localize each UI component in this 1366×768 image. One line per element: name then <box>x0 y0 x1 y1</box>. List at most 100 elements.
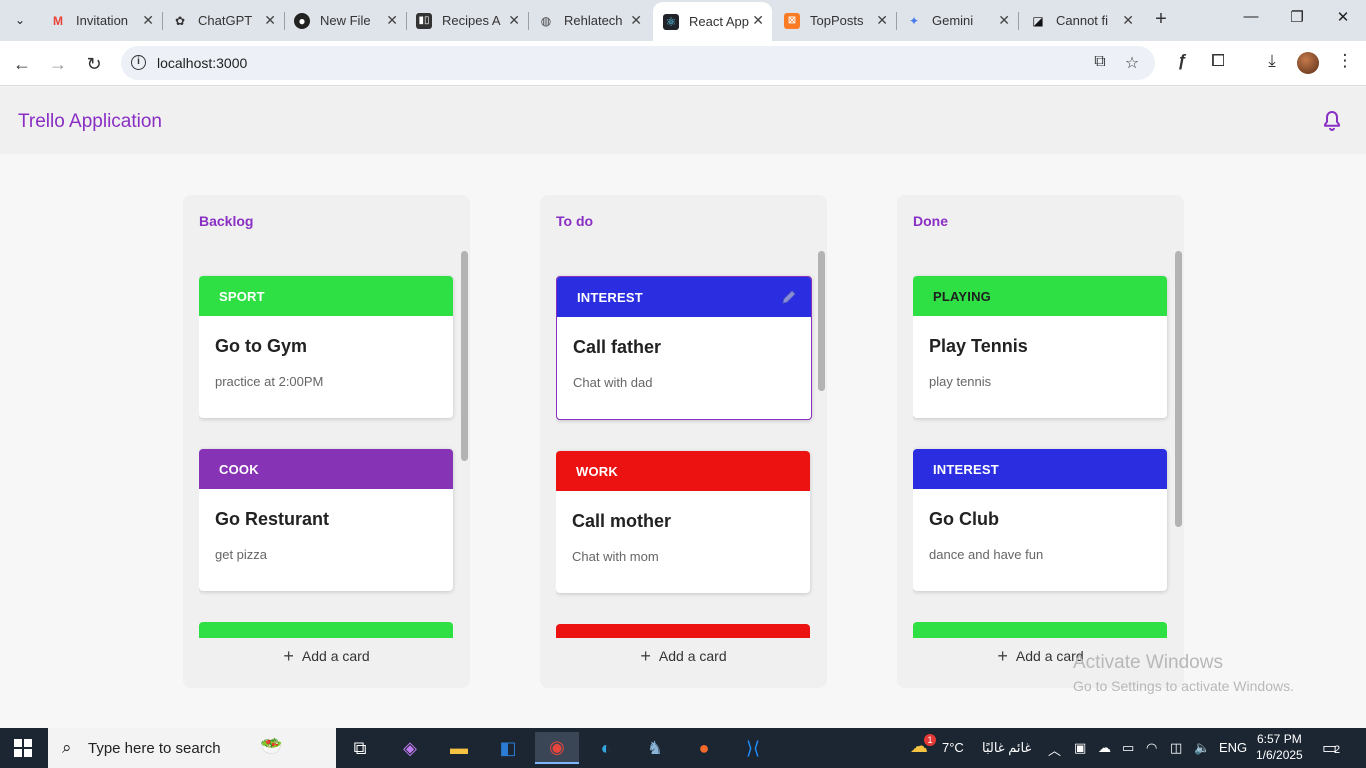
tab-search-button[interactable]: ⌄ <box>6 6 34 34</box>
address-bar[interactable]: i localhost:3000 ⧉ ☆ <box>121 46 1155 80</box>
card-tag: COOK <box>199 449 453 489</box>
trello-icon: ▮▯ <box>416 12 432 29</box>
browser-tab-github[interactable]: ● New File ✕ <box>284 6 407 35</box>
minimize-button[interactable]: — <box>1236 8 1266 25</box>
card-tag: PLAYING <box>913 276 1167 316</box>
browser-tab-rehlatech[interactable]: ◍ Rehlatech ✕ <box>528 6 650 35</box>
xampp-icon: ⊠ <box>784 12 800 29</box>
reload-icon: ↻ <box>86 54 102 74</box>
extension-icon[interactable]: ƒ <box>1170 51 1194 71</box>
browser-tab-trello[interactable]: ▮▯ Recipes A ✕ <box>406 6 529 35</box>
add-card-button[interactable]: + Add a card <box>183 645 470 667</box>
card-partial[interactable] <box>199 622 453 638</box>
close-tab-icon[interactable]: ✕ <box>630 12 642 29</box>
windows-start-icon[interactable] <box>14 739 32 757</box>
battery-icon[interactable]: ▭ <box>1122 740 1134 756</box>
arrow-left-icon: ← <box>13 54 31 74</box>
search-placeholder: Type here to search <box>88 740 221 757</box>
card-call-father[interactable]: INTEREST Call father Chat with dad <box>556 276 812 420</box>
close-tab-icon[interactable]: ✕ <box>508 12 520 29</box>
volume-icon[interactable]: 🔈 <box>1194 740 1210 756</box>
back-button[interactable]: ← <box>9 51 35 77</box>
postgres-icon[interactable]: ♞ <box>633 732 677 764</box>
close-tab-icon[interactable]: ✕ <box>142 12 154 29</box>
card-title: Go to Gym <box>215 336 308 356</box>
clock-date: 1/6/2025 <box>1256 748 1303 762</box>
onedrive-icon[interactable]: ☁ <box>1098 740 1111 756</box>
weather-desc[interactable]: غائم غالبًا <box>982 740 1031 756</box>
language-indicator[interactable]: ENG <box>1219 740 1247 755</box>
arrow-right-icon: → <box>49 54 67 74</box>
card-list: INTEREST Call father Chat with dad WORK … <box>556 250 816 638</box>
notification-bell-icon[interactable] <box>1320 109 1344 133</box>
gmail-icon: M <box>53 13 63 28</box>
new-tab-button[interactable]: + <box>1150 8 1172 31</box>
column-backlog: Backlog SPORT Go to Gym practice at 2:00… <box>183 195 470 688</box>
browser-tab-notion[interactable]: ◪ Cannot fi ✕ <box>1020 6 1142 35</box>
weather-temp[interactable]: 7°C <box>942 740 964 755</box>
show-hidden-icons-icon[interactable]: ︿ <box>1048 740 1061 759</box>
plus-icon: + <box>283 645 294 666</box>
site-info-icon[interactable]: i <box>131 55 146 70</box>
browser-tab-gmail[interactable]: M Invitation ✕ <box>40 6 163 35</box>
address-url[interactable]: localhost:3000 <box>157 55 247 71</box>
profile-avatar[interactable] <box>1297 52 1319 74</box>
add-card-button[interactable]: + Add a card <box>540 645 827 667</box>
outlook-icon[interactable]: ◧ <box>486 732 530 764</box>
vscode-icon[interactable]: ⟩⟨ <box>731 732 775 764</box>
forward-button[interactable]: → <box>45 51 71 77</box>
card-call-mother[interactable]: WORK Call mother Chat with mom <box>556 451 810 593</box>
edge-icon[interactable]: ◐ <box>584 732 628 764</box>
card-go-resturant[interactable]: COOK Go Resturant get pizza <box>199 449 453 591</box>
search-highlight-icon: 🥗 <box>260 736 283 756</box>
scrollbar-thumb[interactable] <box>461 251 468 461</box>
network-icon[interactable]: ◫ <box>1170 740 1182 756</box>
more-menu-icon[interactable]: ⋮ <box>1333 51 1357 71</box>
close-tab-icon[interactable]: ✕ <box>876 12 888 29</box>
wifi-icon[interactable]: ◠ <box>1146 740 1157 756</box>
restore-button[interactable]: ❐ <box>1282 8 1312 26</box>
browser-tab-react-app[interactable]: ⚛ React App ✕ <box>653 2 772 41</box>
browser-tab-strip: ⌄ M Invitation ✕ ✿ ChatGPT ✕ ● New File … <box>0 0 1366 41</box>
close-tab-icon[interactable]: ✕ <box>998 12 1010 29</box>
search-icon: ⌕ <box>62 738 72 757</box>
column-title: To do <box>556 213 594 229</box>
card-play-tennis[interactable]: PLAYING Play Tennis play tennis <box>913 276 1167 418</box>
close-tab-icon[interactable]: ✕ <box>1122 12 1134 29</box>
reload-button[interactable]: ↻ <box>81 51 107 77</box>
browser-tab-chatgpt[interactable]: ✿ ChatGPT ✕ <box>162 6 285 35</box>
card-title: Go Resturant <box>215 509 330 529</box>
bookmark-star-icon[interactable]: ☆ <box>1121 53 1143 73</box>
app-header: Trello Application <box>0 87 1366 154</box>
column-done: Done PLAYING Play Tennis play tennis INT… <box>897 195 1184 688</box>
card-description: practice at 2:00PM <box>215 374 324 389</box>
browser-tab-topposts[interactable]: ⊠ TopPosts ✕ <box>774 6 897 35</box>
download-icon[interactable]: ⤓ <box>1260 51 1284 71</box>
plus-icon: + <box>1155 8 1167 30</box>
file-explorer-icon[interactable]: ▬ <box>437 732 481 764</box>
app-title[interactable]: Trello Application <box>18 111 162 133</box>
clock[interactable]: 6:57 PM 1/6/2025 <box>1256 731 1303 763</box>
chrome-icon[interactable]: ◉ <box>535 732 579 764</box>
edit-pencil-icon[interactable] <box>781 289 797 305</box>
copilot-icon[interactable]: ◈ <box>388 732 432 764</box>
close-tab-icon[interactable]: ✕ <box>264 12 276 29</box>
card-go-club[interactable]: INTEREST Go Club dance and have fun <box>913 449 1167 591</box>
scrollbar-thumb[interactable] <box>1175 251 1182 527</box>
task-view-icon[interactable]: ⧉ <box>338 732 382 764</box>
close-tab-icon[interactable]: ✕ <box>386 12 398 29</box>
card-partial[interactable] <box>556 624 810 638</box>
browser-tab-gemini[interactable]: ✦ Gemini ✕ <box>896 6 1019 35</box>
install-app-icon[interactable]: ⧉ <box>1089 53 1111 71</box>
extensions-puzzle-icon[interactable]: ⧠ <box>1206 51 1230 71</box>
taskbar-search-box[interactable]: ⌕ Type here to search 🥗 <box>48 728 336 768</box>
scrollbar-thumb[interactable] <box>818 251 825 391</box>
card-go-to-gym[interactable]: SPORT Go to Gym practice at 2:00PM <box>199 276 453 418</box>
card-tag: SPORT <box>199 276 453 316</box>
notification-center-icon[interactable]: ▭ 2 <box>1322 738 1344 758</box>
meet-now-icon[interactable]: ▣ <box>1074 740 1086 756</box>
close-window-button[interactable]: ✕ <box>1328 8 1358 26</box>
card-partial[interactable] <box>913 622 1167 638</box>
postman-icon[interactable]: ● <box>682 732 726 764</box>
close-tab-icon[interactable]: ✕ <box>752 12 764 29</box>
